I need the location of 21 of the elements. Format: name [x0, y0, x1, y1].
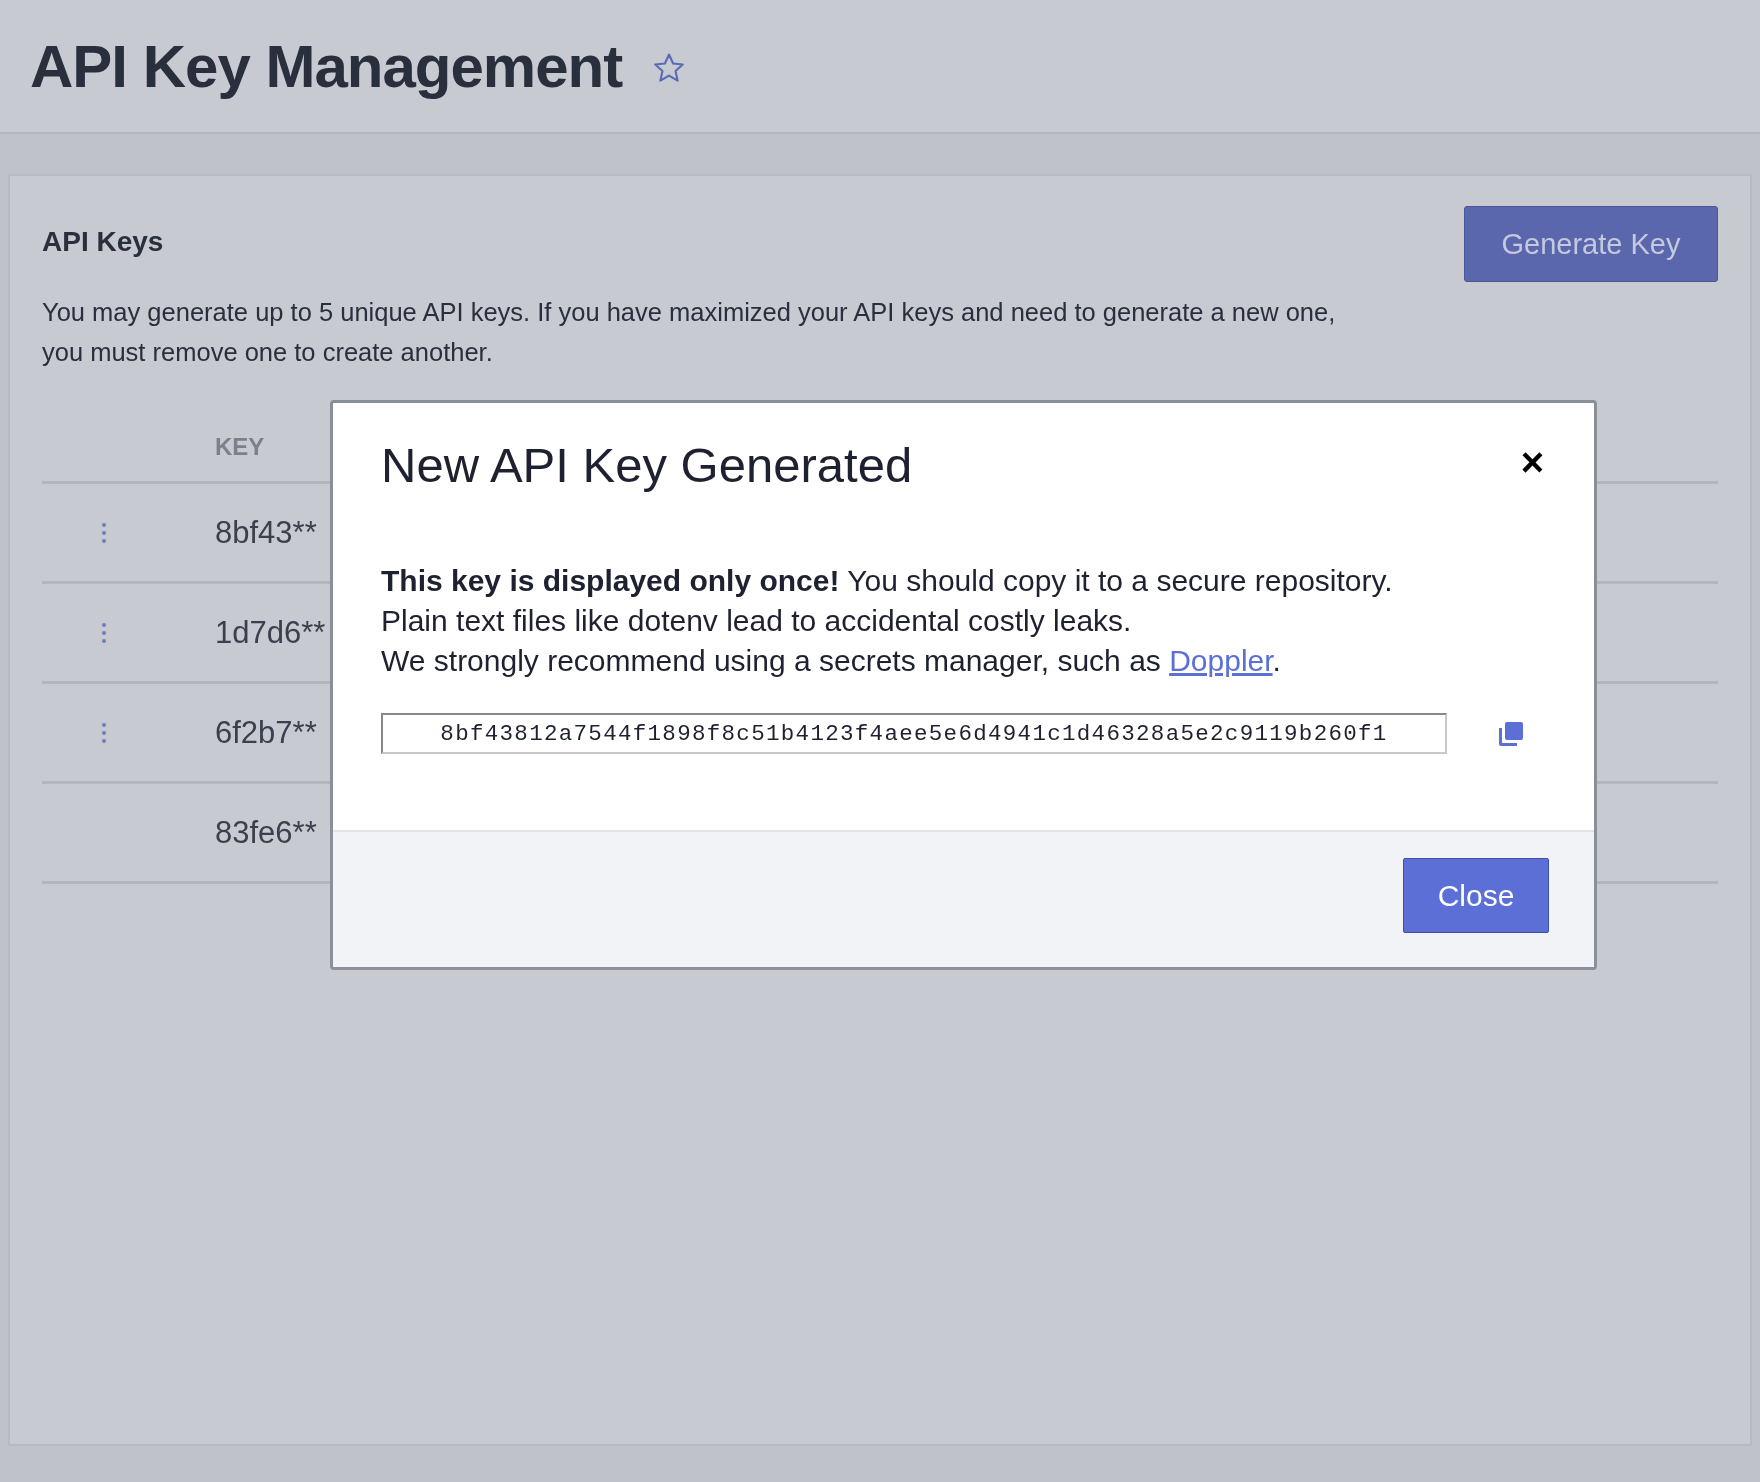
column-header: KEY	[215, 432, 265, 461]
more-options-icon[interactable]	[100, 521, 107, 544]
message-text: This key is displayed only once! You should copy it to a secure repository.	[381, 563, 1394, 599]
more-options-icon[interactable]	[100, 621, 107, 644]
section-title: API Keys	[42, 226, 165, 258]
table-cell: 8bf43**	[215, 514, 317, 551]
copy-icon[interactable]	[1497, 719, 1525, 748]
dialog-title: New API Key Generated	[381, 437, 913, 493]
more-options-icon[interactable]	[100, 721, 107, 744]
table-cell: 83fe6**	[215, 814, 317, 851]
table-cell: 1d7d6**	[215, 614, 326, 651]
message-text: We strongly recommend using a secrets manager, such as	[381, 644, 1162, 677]
close-button[interactable]: Close	[1403, 858, 1549, 933]
generate-key-button[interactable]: Generate Key	[1464, 206, 1718, 282]
description-text: You may generate up to 5 unique API keys. If you have maximized your API keys and need to generate a new one, you must remove one to create another.	[42, 297, 1337, 368]
page-title: API Key Management	[30, 31, 623, 101]
doppler-link[interactable]: Doppler	[1169, 644, 1273, 677]
message-text: Plain text files like dotenv lead to accidental costly leaks.	[381, 603, 1133, 639]
api-key-field[interactable]: 8bf43812a7544f1898f8c51b4123f4aee5e6d4941c1d46328a5e2c9119b260f1	[381, 713, 1447, 754]
table-cell: 6f2b7**	[215, 714, 317, 751]
star-icon[interactable]	[652, 51, 687, 85]
